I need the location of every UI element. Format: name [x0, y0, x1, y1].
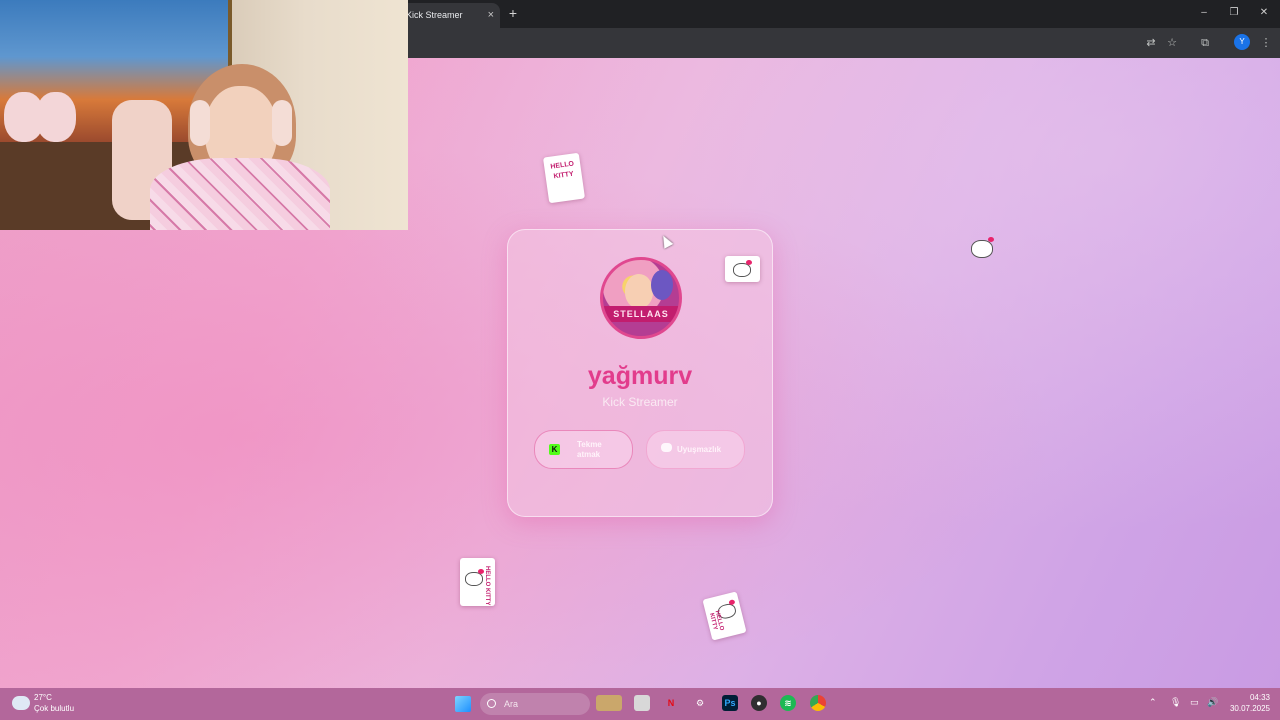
spotify-icon[interactable]: ≋ — [780, 695, 796, 711]
browser-tab[interactable]: Kick Streamer × — [398, 3, 500, 28]
discord-link-label: Uyuşmazlık — [677, 445, 722, 454]
headphones — [190, 100, 210, 146]
hello-kitty-sticker: HELLO KITTY — [542, 152, 586, 204]
clock-time[interactable]: 04:33 — [1236, 693, 1270, 702]
weather-description[interactable]: Çok bulutlu — [34, 704, 74, 713]
more-menu-icon[interactable]: ⋮ — [1257, 34, 1275, 52]
profile-avatar[interactable]: Y — [1234, 34, 1250, 50]
hello-kitty-sticker — [965, 234, 997, 260]
tab-close-icon[interactable]: × — [488, 3, 494, 28]
weather-temperature[interactable]: 27°C — [34, 693, 52, 702]
photoshop-icon[interactable]: Ps — [722, 695, 738, 711]
kick-icon: K — [549, 444, 560, 455]
windows-taskbar: 27°C Çok bulutlu Ara N ⚙ Ps ● ≋ ⌃ 🎙 ▭ 🔊 … — [0, 688, 1280, 720]
tray-chevron-icon[interactable]: ⌃ — [1149, 697, 1157, 708]
avatar-logo-text: STELLAAS — [603, 306, 679, 322]
network-icon[interactable]: ▭ — [1190, 697, 1199, 708]
hello-kitty-sticker: HELLO KITTY — [702, 591, 747, 641]
restore-button[interactable]: ❐ — [1220, 4, 1248, 22]
hello-kitty-icon — [733, 260, 752, 277]
taskbar-app-files[interactable] — [634, 695, 650, 711]
microphone-icon[interactable]: 🎙 — [1170, 697, 1181, 708]
webcam-overlay — [0, 0, 408, 230]
hello-kitty-sticker — [725, 256, 760, 282]
extensions-icon[interactable]: ⧉ — [1196, 34, 1214, 52]
hello-kitty-icon — [971, 237, 994, 258]
taskbar-app-explorer[interactable] — [596, 695, 622, 711]
pajama-top — [150, 158, 330, 230]
windows-start-icon[interactable] — [455, 696, 471, 712]
taskbar-search[interactable]: Ara — [480, 693, 590, 715]
kick-link-label: Tekme atmak — [577, 440, 602, 459]
new-tab-button[interactable]: + — [504, 3, 522, 23]
hello-kitty-icon — [465, 569, 484, 586]
discord-icon — [661, 443, 672, 452]
username: yağmurv — [587, 362, 693, 390]
discord-link-button[interactable]: Uyuşmazlık — [646, 430, 745, 469]
close-window-button[interactable]: ✕ — [1250, 4, 1278, 22]
chrome-icon[interactable] — [810, 695, 826, 711]
search-icon — [487, 699, 496, 708]
weather-cloud-icon[interactable] — [12, 696, 30, 710]
obs-icon[interactable]: ● — [751, 695, 767, 711]
plush-toy — [36, 92, 76, 142]
avatar: STELLAAS — [600, 257, 682, 339]
tab-title: Kick Streamer — [406, 10, 463, 20]
volume-icon[interactable]: 🔊 — [1207, 697, 1218, 708]
search-placeholder: Ara — [504, 699, 519, 709]
translate-icon[interactable]: ⇄ — [1142, 34, 1160, 52]
hello-kitty-sticker: HELLO KITTY — [460, 558, 495, 606]
clock-date[interactable]: 30.07.2025 — [1228, 704, 1270, 713]
bookmark-star-icon[interactable]: ☆ — [1163, 34, 1181, 52]
minimize-button[interactable]: – — [1190, 4, 1218, 22]
subtitle: Kick Streamer — [602, 395, 678, 409]
kick-link-button[interactable]: K Tekme atmak — [534, 430, 633, 469]
steam-icon[interactable]: ⚙ — [692, 695, 708, 711]
netflix-icon[interactable]: N — [663, 695, 679, 711]
